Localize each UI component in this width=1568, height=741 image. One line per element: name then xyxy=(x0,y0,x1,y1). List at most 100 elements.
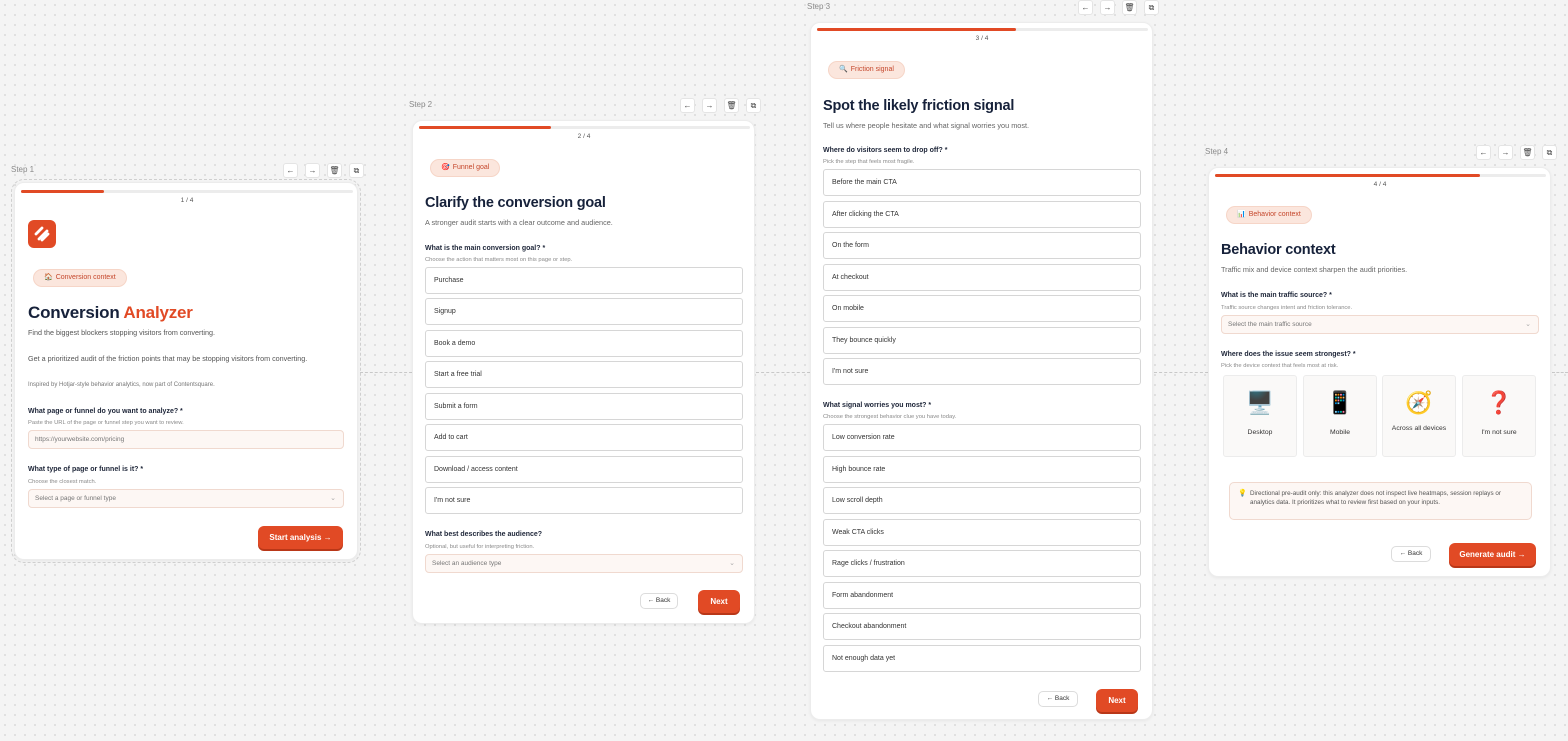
option-low-conversion[interactable]: Low conversion rate xyxy=(823,424,1141,451)
page-type-select[interactable]: Select a page or funnel type ⌄ xyxy=(28,489,344,508)
option-download[interactable]: Download / access content xyxy=(425,456,743,483)
select-placeholder: Select an audience type xyxy=(432,560,502,567)
chevron-down-icon: ⌄ xyxy=(729,560,735,567)
option-purchase[interactable]: Purchase xyxy=(425,267,743,294)
device-mobile[interactable]: 📱 Mobile xyxy=(1303,375,1377,457)
progress-text: 1 / 4 xyxy=(180,197,194,204)
option-not-sure[interactable]: I'm not sure xyxy=(823,358,1141,385)
chevron-down-icon: ⌄ xyxy=(330,495,336,502)
question-hint: Optional, but useful for interpreting fr… xyxy=(425,544,535,550)
next-button[interactable]: Next xyxy=(698,590,740,613)
question-label: What signal worries you most? * xyxy=(823,402,932,409)
chip-label: Behavior context xyxy=(1248,211,1301,218)
desktop-icon: 🖥️ xyxy=(1246,390,1274,415)
device-label: Across all devices xyxy=(1391,425,1447,432)
option-low-scroll[interactable]: Low scroll depth xyxy=(823,487,1141,514)
arrow-left-icon[interactable]: ← xyxy=(680,98,695,113)
progress-bar xyxy=(1215,174,1546,177)
step-chip: 🔍 Friction signal xyxy=(828,61,905,79)
step3-card: 3 / 4 🔍 Friction signal Spot the likely … xyxy=(810,22,1153,720)
arrow-right-icon[interactable]: → xyxy=(1498,145,1513,160)
flow-connector xyxy=(360,372,412,373)
page-subtitle: Find the biggest blockers stopping visit… xyxy=(28,328,215,337)
step1-card: 1 / 4 🏠 Conversion context Conversion An… xyxy=(11,179,361,563)
question-label: What type of page or funnel is it? * xyxy=(28,466,144,473)
option-add-to-cart[interactable]: Add to cart xyxy=(425,424,743,451)
option-bounce[interactable]: They bounce quickly xyxy=(823,327,1141,354)
step-chip: 🏠 Conversion context xyxy=(33,269,127,287)
disclaimer-note: 💡 Directional pre-audit only: this analy… xyxy=(1229,482,1532,520)
progress-bar xyxy=(817,28,1148,31)
duplicate-icon[interactable]: ⧉ xyxy=(1542,145,1557,160)
progress-fill xyxy=(21,190,104,193)
page-subtitle: A stronger audit starts with a clear out… xyxy=(425,218,613,227)
option-form-abandonment[interactable]: Form abandonment xyxy=(823,582,1141,609)
option-on-mobile[interactable]: On mobile xyxy=(823,295,1141,322)
arrow-right-icon[interactable]: → xyxy=(305,163,320,178)
page-title: Spot the likely friction signal xyxy=(823,98,1015,114)
trash-icon[interactable]: 🗑 xyxy=(327,163,342,178)
step-chip: 📊 Behavior context xyxy=(1226,206,1312,224)
compass-icon: 🧭 xyxy=(1405,390,1433,415)
magnifier-icon: 🔍 xyxy=(839,66,848,73)
progress-fill xyxy=(1215,174,1480,177)
url-input[interactable]: https://yourwebsite.com/pricing xyxy=(28,430,344,449)
app-logo xyxy=(28,220,56,248)
option-submit-form[interactable]: Submit a form xyxy=(425,393,743,420)
page-title: Clarify the conversion goal xyxy=(425,195,606,211)
node-toolbar: ← → 🗑 ⧉ xyxy=(1476,145,1557,160)
option-rage-clicks[interactable]: Rage clicks / frustration xyxy=(823,550,1141,577)
back-button[interactable]: ← Back xyxy=(1391,546,1431,562)
option-on-form[interactable]: On the form xyxy=(823,232,1141,259)
option-weak-cta[interactable]: Weak CTA clicks xyxy=(823,519,1141,546)
device-label: Mobile xyxy=(1329,429,1351,436)
progress-text: 2 / 4 xyxy=(577,133,591,140)
option-after-cta[interactable]: After clicking the CTA xyxy=(823,201,1141,228)
traffic-source-select[interactable]: Select the main traffic source ⌄ xyxy=(1221,315,1539,334)
question-mark-icon: ❓ xyxy=(1485,390,1513,415)
arrow-right-icon[interactable]: → xyxy=(702,98,717,113)
trash-icon[interactable]: 🗑 xyxy=(1520,145,1535,160)
device-not-sure[interactable]: ❓ I'm not sure xyxy=(1462,375,1536,457)
question-label: Where do visitors seem to drop off? * xyxy=(823,147,948,154)
progress-fill xyxy=(817,28,1016,31)
duplicate-icon[interactable]: ⧉ xyxy=(746,98,761,113)
title-part1: Conversion xyxy=(28,303,124,322)
duplicate-icon[interactable]: ⧉ xyxy=(1144,0,1159,15)
question-label: What is the main conversion goal? * xyxy=(425,245,546,252)
duplicate-icon[interactable]: ⧉ xyxy=(349,163,364,178)
question-hint: Pick the step that feels most fragile. xyxy=(823,159,915,165)
step-label: Step 1 xyxy=(11,165,35,174)
question-hint: Choose the strongest behavior clue you h… xyxy=(823,414,957,420)
arrow-right-icon[interactable]: → xyxy=(1100,0,1115,15)
step-label: Step 3 xyxy=(807,2,831,11)
next-button[interactable]: Next xyxy=(1096,689,1138,712)
back-button[interactable]: ← Back xyxy=(1038,691,1078,707)
progress-bar xyxy=(419,126,750,129)
device-all[interactable]: 🧭 Across all devices xyxy=(1382,375,1456,457)
option-signup[interactable]: Signup xyxy=(425,298,743,325)
device-label: I'm not sure xyxy=(1481,429,1517,436)
select-placeholder: Select a page or funnel type xyxy=(35,495,116,502)
arrow-left-icon[interactable]: ← xyxy=(1476,145,1491,160)
option-high-bounce[interactable]: High bounce rate xyxy=(823,456,1141,483)
option-before-cta[interactable]: Before the main CTA xyxy=(823,169,1141,196)
option-not-enough-data[interactable]: Not enough data yet xyxy=(823,645,1141,672)
option-at-checkout[interactable]: At checkout xyxy=(823,264,1141,291)
device-desktop[interactable]: 🖥️ Desktop xyxy=(1223,375,1297,457)
arrow-left-icon[interactable]: ← xyxy=(1078,0,1093,15)
progress-text: 3 / 4 xyxy=(975,35,989,42)
option-checkout-abandonment[interactable]: Checkout abandonment xyxy=(823,613,1141,640)
step-label: Step 4 xyxy=(1205,147,1229,156)
arrow-left-icon[interactable]: ← xyxy=(283,163,298,178)
back-button[interactable]: ← Back xyxy=(640,593,678,609)
trash-icon[interactable]: 🗑 xyxy=(1122,0,1137,15)
trash-icon[interactable]: 🗑 xyxy=(724,98,739,113)
option-free-trial[interactable]: Start a free trial xyxy=(425,361,743,388)
option-book-demo[interactable]: Book a demo xyxy=(425,330,743,357)
progress-text: 4 / 4 xyxy=(1373,181,1387,188)
audience-select[interactable]: Select an audience type ⌄ xyxy=(425,554,743,573)
start-analysis-button[interactable]: Start analysis → xyxy=(258,526,343,549)
generate-audit-button[interactable]: Generate audit → xyxy=(1449,543,1536,566)
option-not-sure[interactable]: I'm not sure xyxy=(425,487,743,514)
